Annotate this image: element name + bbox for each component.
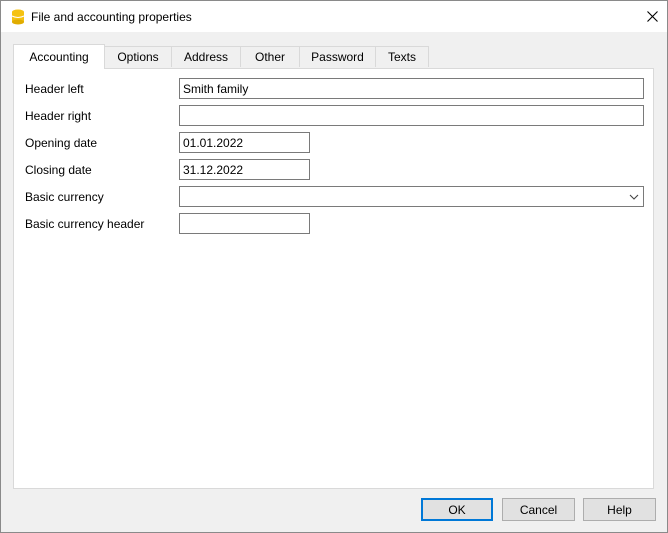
opening-date-input[interactable] [179, 132, 310, 153]
dialog-window: File and accounting properties Accountin… [0, 0, 668, 533]
tab-accounting[interactable]: Accounting [13, 44, 105, 69]
tab-address[interactable]: Address [171, 46, 241, 67]
header-right-label: Header right [25, 109, 92, 123]
header-left-input[interactable] [179, 78, 644, 99]
tab-texts[interactable]: Texts [375, 46, 429, 67]
close-button[interactable] [637, 1, 667, 32]
closing-date-label: Closing date [25, 163, 92, 177]
basic-currency-header-label: Basic currency header [25, 217, 145, 231]
closing-date-input[interactable] [179, 159, 310, 180]
title-bar: File and accounting properties [1, 1, 667, 32]
chevron-down-icon [629, 194, 639, 200]
database-icon [11, 9, 25, 25]
ok-button[interactable]: OK [421, 498, 493, 521]
tab-other[interactable]: Other [240, 46, 300, 67]
close-icon [646, 11, 658, 22]
header-right-input[interactable] [179, 105, 644, 126]
accounting-panel: Header left Header right Opening date Cl… [13, 68, 654, 489]
cancel-button[interactable]: Cancel [502, 498, 575, 521]
help-button[interactable]: Help [583, 498, 656, 521]
basic-currency-label: Basic currency [25, 190, 104, 204]
tab-options[interactable]: Options [104, 46, 172, 67]
window-title: File and accounting properties [31, 10, 192, 24]
tab-password[interactable]: Password [299, 46, 376, 67]
basic-currency-select[interactable] [179, 186, 644, 207]
opening-date-label: Opening date [25, 136, 98, 150]
header-left-label: Header left [25, 82, 84, 96]
basic-currency-header-input[interactable] [179, 213, 310, 234]
